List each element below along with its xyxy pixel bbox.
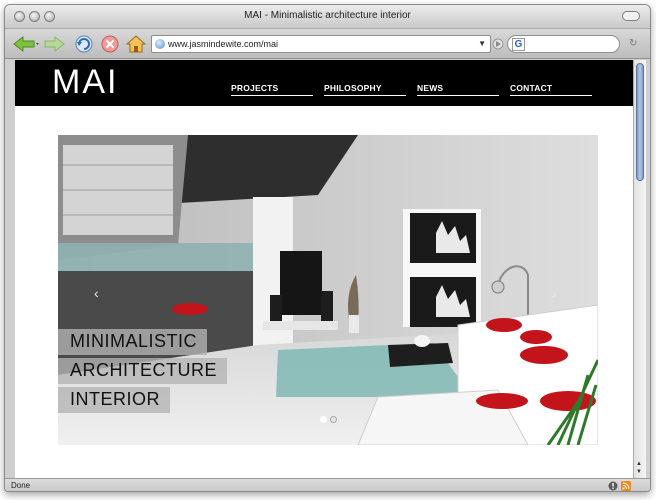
slide-indicator-2[interactable] — [330, 416, 337, 423]
chevron-down-icon[interactable]: ▼ — [478, 39, 486, 48]
nav-news[interactable]: NEWS — [417, 83, 499, 96]
window-title: MAI - Minimalistic architecture interior — [244, 10, 411, 21]
security-info-icon[interactable] — [608, 481, 618, 491]
address-text: www.jasmindewite.com/mai — [168, 39, 279, 49]
site-icon — [155, 39, 165, 49]
nav-projects[interactable]: PROJECTS — [231, 83, 313, 96]
home-button[interactable] — [125, 34, 147, 54]
status-bar: Done — [5, 478, 650, 491]
search-go-icon[interactable]: ↻ — [629, 38, 637, 49]
forward-button[interactable] — [43, 34, 67, 54]
previous-slide-arrow[interactable]: ‹ — [94, 285, 99, 301]
reload-icon — [75, 35, 93, 53]
nav-philosophy[interactable]: PHILOSOPHY — [324, 83, 406, 96]
go-icon — [492, 38, 504, 50]
search-engine-icon[interactable]: G — [512, 38, 525, 51]
forward-arrow-icon — [44, 35, 65, 53]
nav-contact[interactable]: CONTACT — [510, 83, 592, 96]
search-input[interactable]: G — [507, 35, 620, 53]
stop-icon — [101, 35, 119, 53]
scroll-arrows[interactable]: ▲ ▼ — [636, 460, 642, 476]
site-logo[interactable]: MAI — [52, 63, 118, 102]
back-button[interactable] — [11, 34, 41, 54]
page-viewport: MAI PROJECTS PHILOSOPHY NEWS CONTACT ‹ ›… — [15, 60, 633, 478]
browser-window: MAI - Minimalistic architecture interior — [4, 4, 651, 492]
stop-button[interactable] — [99, 34, 121, 54]
hero-caption-line-3: INTERIOR — [58, 387, 171, 413]
slide-indicator-1[interactable] — [320, 416, 327, 423]
home-icon — [126, 35, 146, 53]
site-header: MAI PROJECTS PHILOSOPHY NEWS CONTACT — [15, 60, 633, 106]
back-arrow-icon — [13, 35, 39, 53]
navigation-toolbar: www.jasmindewite.com/mai ▼ G ↻ — [5, 29, 650, 59]
title-bar: MAI - Minimalistic architecture interior — [5, 5, 650, 29]
address-bar[interactable]: www.jasmindewite.com/mai ▼ — [151, 35, 491, 53]
reload-button[interactable] — [73, 34, 95, 54]
go-button[interactable] — [492, 34, 504, 54]
next-slide-arrow[interactable]: › — [552, 285, 557, 301]
rss-feed-icon[interactable] — [621, 481, 631, 491]
status-text: Done — [11, 481, 31, 490]
hero-slideshow: ‹ › MINIMALISTIC ARCHITECTURE INTERIOR — [58, 135, 598, 445]
hero-caption-line-2: ARCHITECTURE — [58, 358, 228, 384]
hero-caption-line-1: MINIMALISTIC — [58, 329, 208, 355]
toolbar-toggle-button[interactable] — [622, 11, 640, 21]
vertical-scrollbar[interactable]: ▲ ▼ — [633, 60, 646, 478]
scrollbar-thumb[interactable] — [636, 63, 644, 181]
